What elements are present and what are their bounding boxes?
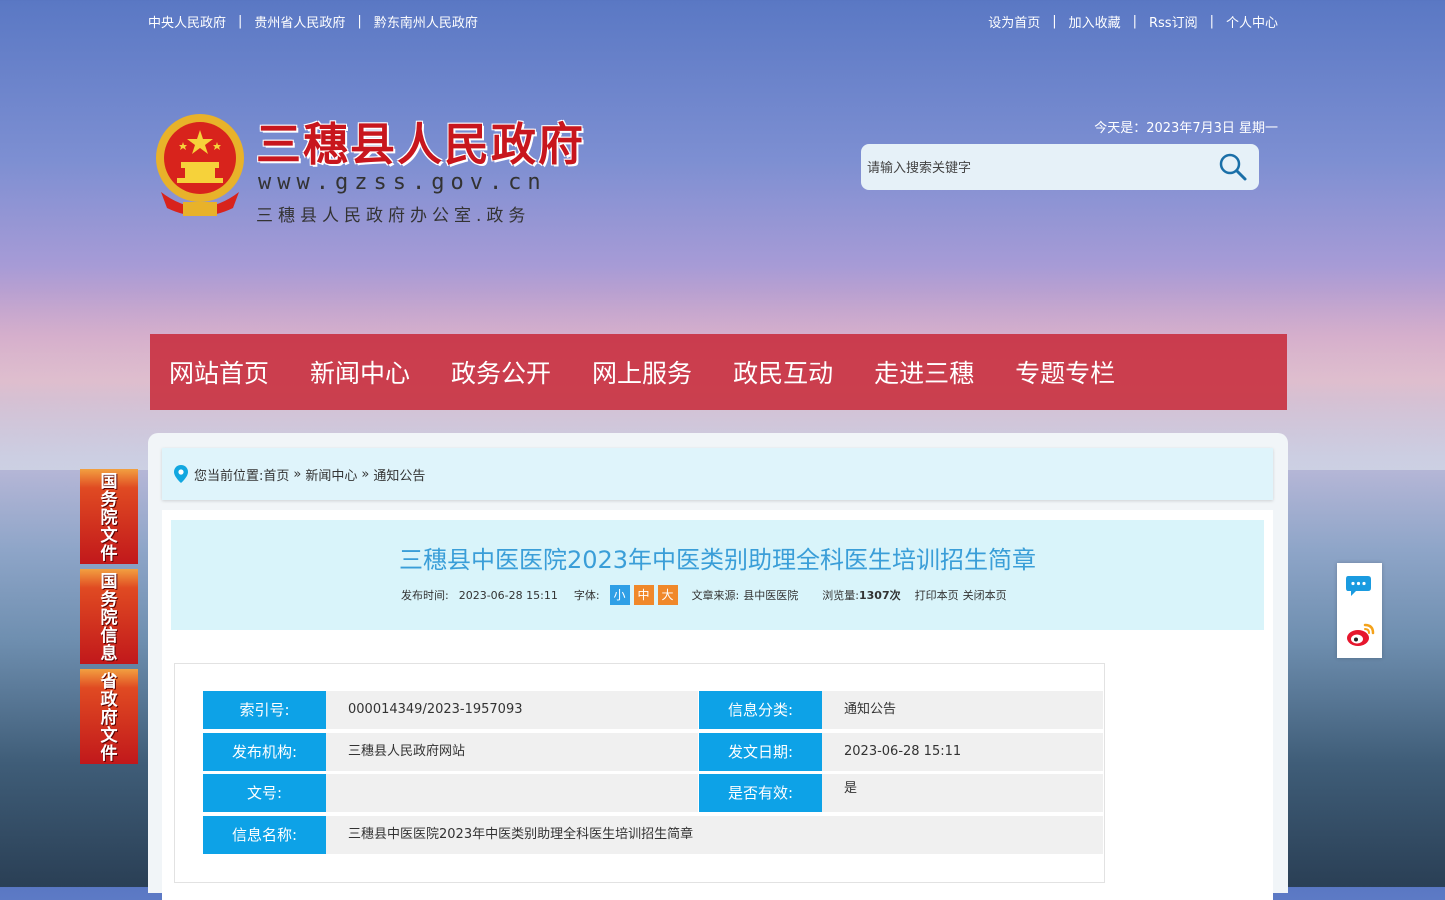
state-council-info-banner[interactable]: 国务院信息 <box>80 569 138 664</box>
separator: | <box>1132 14 1137 29</box>
docno-value <box>326 774 698 812</box>
valid-value: 是 <box>822 774 1103 812</box>
font-label: 字体: <box>573 589 600 602</box>
link-central-gov[interactable]: 中央人民政府 <box>148 12 226 31</box>
source-label: 文章来源: <box>691 589 740 602</box>
source-value: 县中医医院 <box>743 589 799 602</box>
print-link[interactable]: 打印本页 <box>915 587 959 603</box>
breadcrumb-arrow: » <box>361 466 370 482</box>
link-qdn-gov[interactable]: 黔东南州人民政府 <box>374 12 478 31</box>
font-medium-button[interactable]: 中 <box>633 585 654 605</box>
article-meta: 发布时间: 2023-06-28 15:11 字体: 小 中 大 文章来源: 县… <box>401 585 1007 605</box>
breadcrumb-notice[interactable]: 通知公告 <box>373 465 425 484</box>
chat-icon[interactable] <box>1344 570 1376 602</box>
separator: | <box>1209 14 1214 29</box>
breadcrumb-arrow: » <box>293 466 302 482</box>
breadcrumb-prefix: 您当前位置: <box>194 468 264 484</box>
nav-news[interactable]: 新闻中心 <box>310 354 410 390</box>
views-label: 浏览量: <box>822 589 859 602</box>
link-guizhou-gov[interactable]: 贵州省人民政府 <box>254 12 345 31</box>
name-label: 信息名称: <box>203 816 326 854</box>
separator: | <box>238 14 243 29</box>
nav-gov-affairs[interactable]: 政务公开 <box>451 354 551 390</box>
org-value: 三穗县人民政府网站 <box>326 733 698 771</box>
top-links-right: 设为首页 | 加入收藏 | Rss订阅 | 个人中心 <box>988 12 1278 31</box>
set-homepage-link[interactable]: 设为首页 <box>988 12 1040 31</box>
nav-topics[interactable]: 专题专栏 <box>1015 354 1115 390</box>
publish-time: 2023-06-28 15:11 <box>458 588 558 602</box>
nav-interaction[interactable]: 政民互动 <box>733 354 833 390</box>
right-floating-bar <box>1337 563 1382 658</box>
banner-label: 省政府文件 <box>100 672 118 764</box>
separator: | <box>1052 14 1057 29</box>
index-label: 索引号: <box>203 691 326 729</box>
search-box <box>861 144 1259 190</box>
search-icon[interactable] <box>1217 151 1249 183</box>
search-input[interactable] <box>865 152 1209 184</box>
current-date: 今天是：2023年7月3日 星期一 <box>1094 121 1278 136</box>
nav-home[interactable]: 网站首页 <box>169 354 269 390</box>
provincial-docs-banner[interactable]: 省政府文件 <box>80 669 138 764</box>
close-link[interactable]: 关闭本页 <box>963 587 1007 603</box>
info-table: 索引号: 000014349/2023-1957093 信息分类: 通知公告 发… <box>174 663 1105 883</box>
breadcrumb-news[interactable]: 新闻中心 <box>305 465 357 484</box>
date-value: 2023-06-28 15:11 <box>822 733 1103 771</box>
index-value: 000014349/2023-1957093 <box>326 691 698 729</box>
national-emblem-icon <box>156 114 244 216</box>
org-label: 发布机构: <box>203 733 326 771</box>
top-links-left: 中央人民政府 | 贵州省人民政府 | 黔东南州人民政府 <box>148 12 478 31</box>
article-header: 三穗县中医医院2023年中医类别助理全科医生培训招生简章 发布时间: 2023-… <box>171 520 1264 630</box>
date-label: 发文日期: <box>699 733 822 771</box>
valid-label: 是否有效: <box>699 774 822 812</box>
name-value: 三穗县中医医院2023年中医类别助理全科医生培训招生简章 <box>326 816 1103 854</box>
font-large-button[interactable]: 大 <box>657 585 678 605</box>
rss-link[interactable]: Rss订阅 <box>1149 12 1198 31</box>
breadcrumb: 您当前位置: 首页 » 新闻中心 » 通知公告 <box>162 448 1273 500</box>
article-title: 三穗县中医医院2023年中医类别助理全科医生培训招生简章 <box>398 546 1037 574</box>
state-council-docs-banner[interactable]: 国务院文件 <box>80 469 138 564</box>
category-label: 信息分类: <box>699 691 822 729</box>
site-title: 三穗县人民政府 <box>256 118 586 171</box>
top-bar: 中央人民政府 | 贵州省人民政府 | 黔东南州人民政府 设为首页 | 加入收藏 … <box>148 12 1278 32</box>
separator: | <box>357 14 362 29</box>
location-pin-icon <box>174 465 188 483</box>
main-nav: 网站首页 新闻中心 政务公开 网上服务 政民互动 走进三穗 专题专栏 <box>150 334 1287 410</box>
publish-label: 发布时间: <box>401 589 449 602</box>
breadcrumb-home[interactable]: 首页 <box>263 465 289 484</box>
add-favorite-link[interactable]: 加入收藏 <box>1069 12 1121 31</box>
weibo-icon[interactable] <box>1344 619 1376 651</box>
site-url: www.gzss.gov.cn <box>258 170 547 195</box>
site-subtitle: 三穗县人民政府办公室.政务 <box>256 206 531 226</box>
font-small-button[interactable]: 小 <box>609 585 630 605</box>
views-count: 1307次 <box>859 589 901 602</box>
banner-label: 国务院文件 <box>100 472 118 564</box>
banner-label: 国务院信息 <box>100 572 118 664</box>
nav-online-service[interactable]: 网上服务 <box>592 354 692 390</box>
category-value: 通知公告 <box>822 691 1103 729</box>
personal-center-link[interactable]: 个人中心 <box>1226 12 1278 31</box>
docno-label: 文号: <box>203 774 326 812</box>
nav-about-sansui[interactable]: 走进三穗 <box>874 354 974 390</box>
